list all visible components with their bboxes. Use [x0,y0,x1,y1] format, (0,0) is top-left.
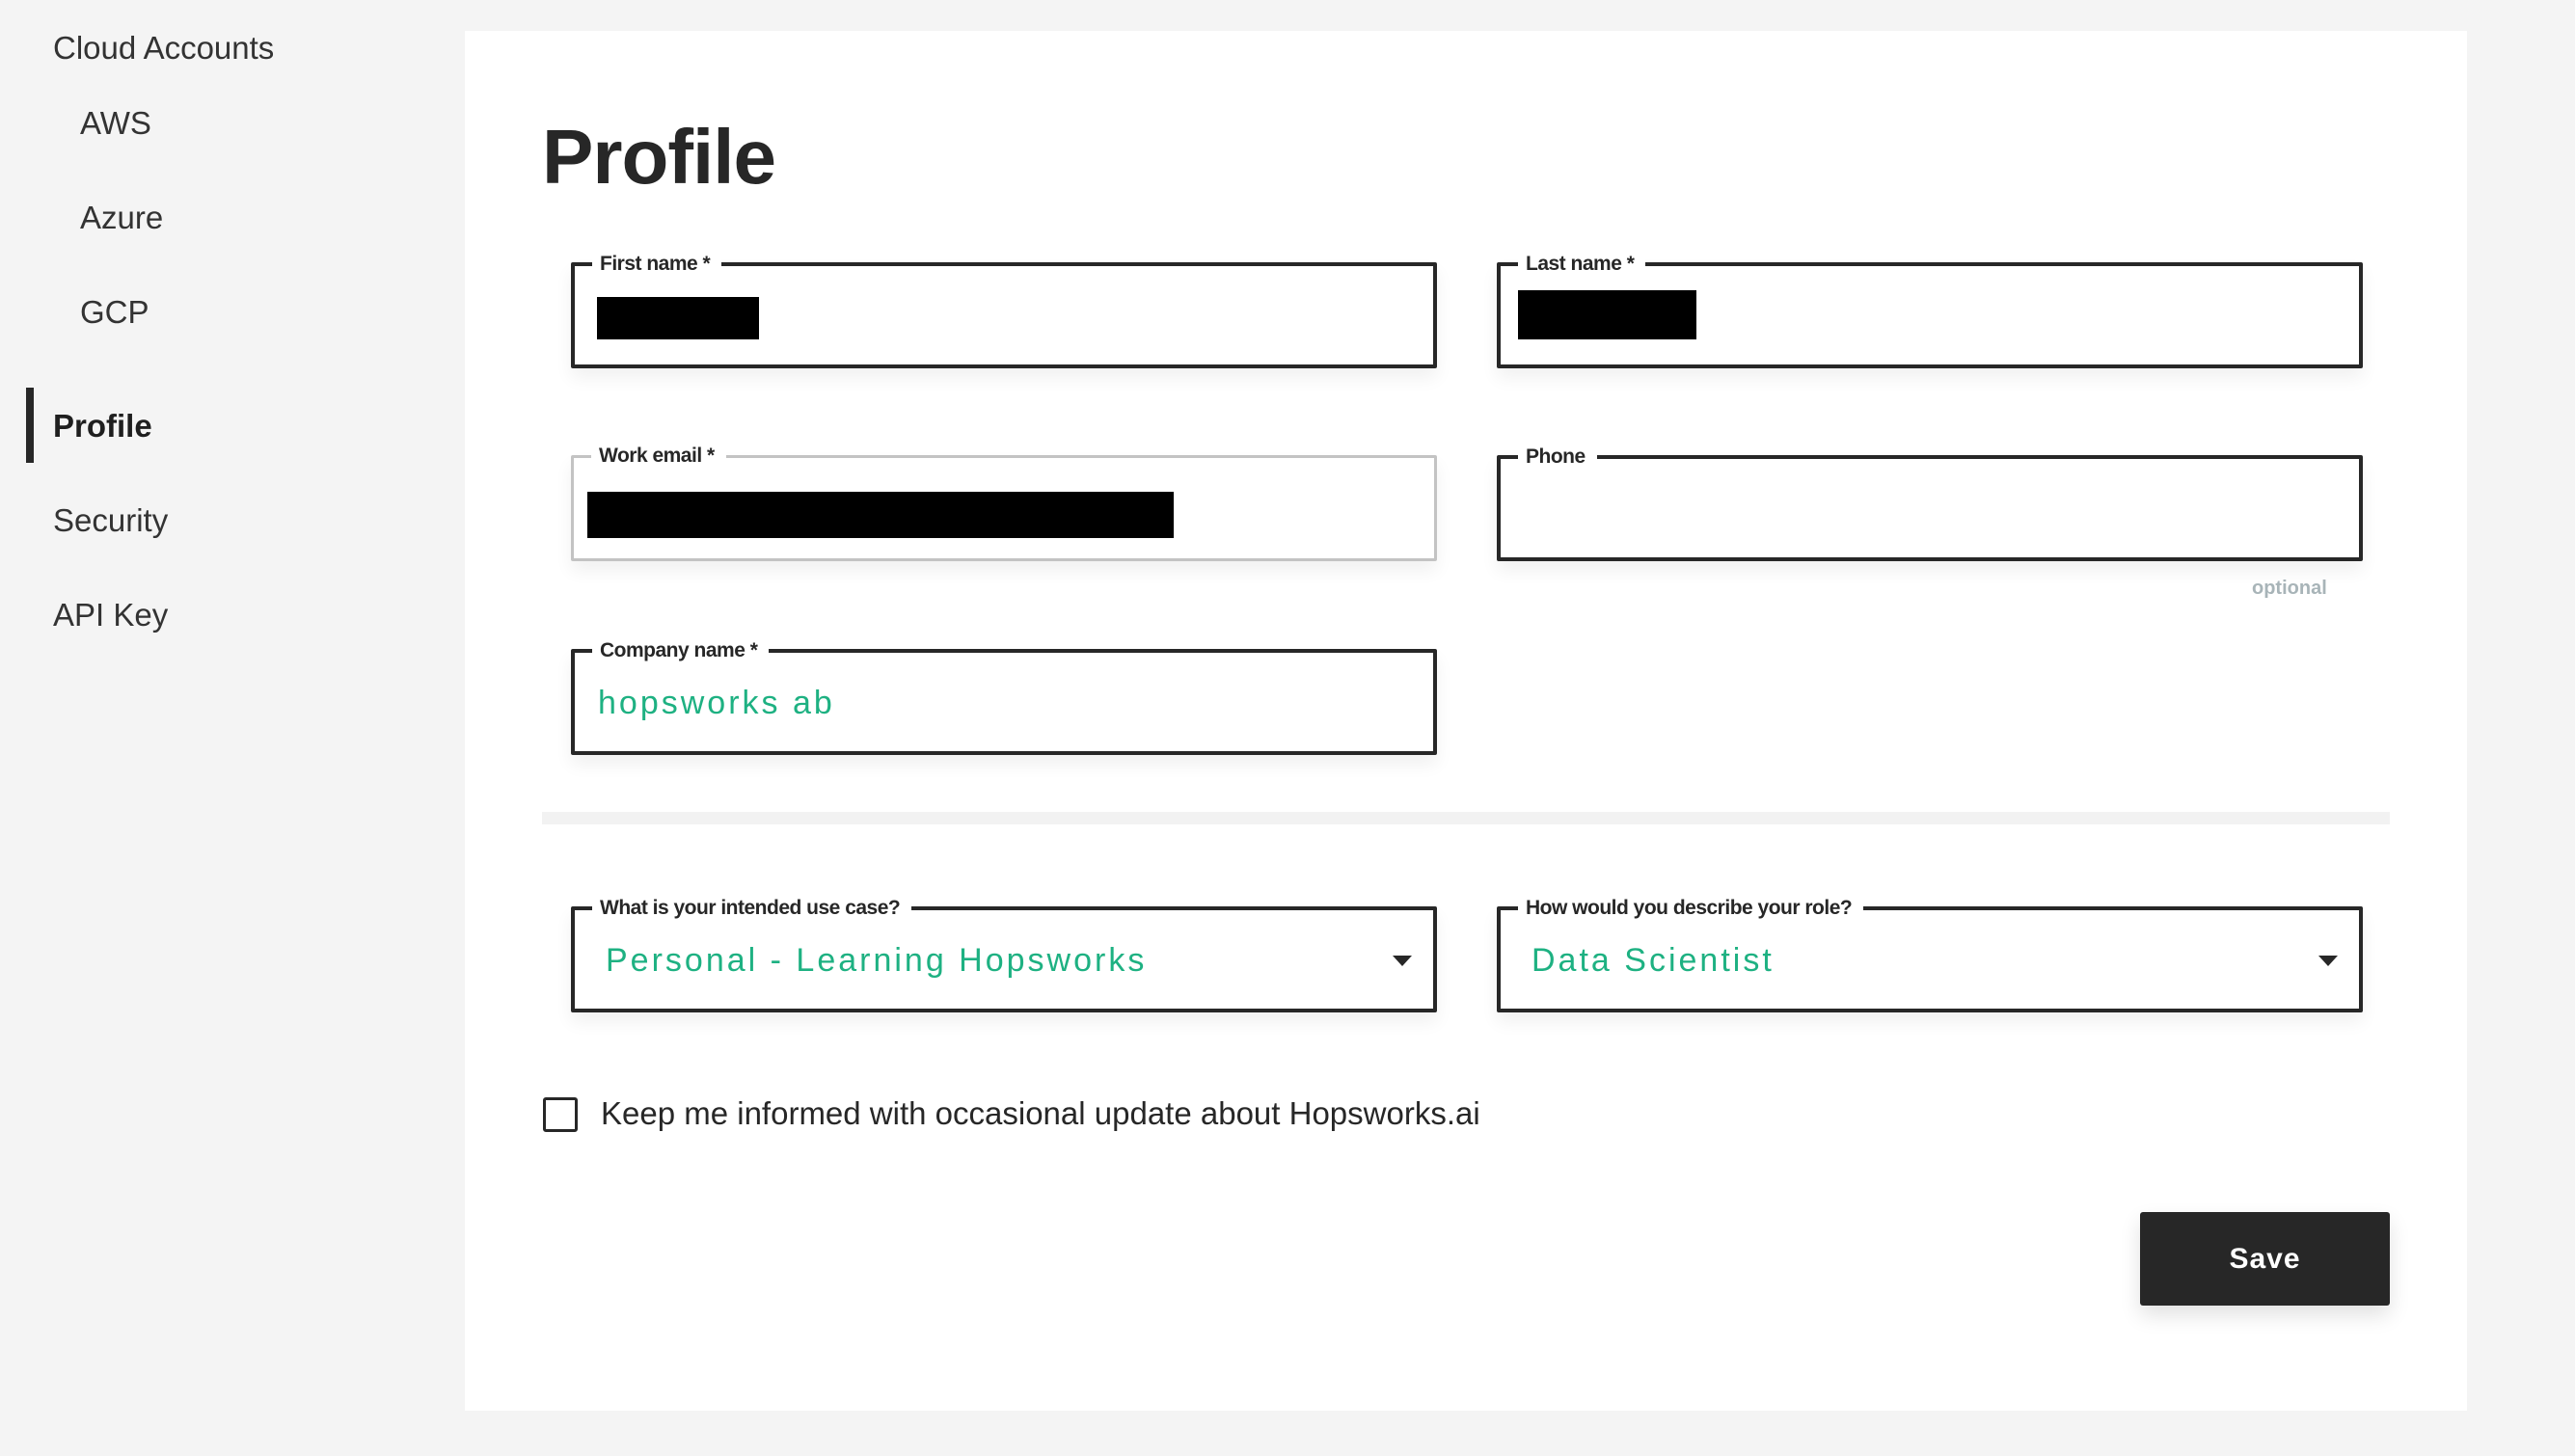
company-name-value[interactable]: hopsworks ab [598,682,835,724]
role-select[interactable]: How would you describe your role? Data S… [1497,896,2363,1012]
active-indicator [26,388,34,463]
sidebar-item-security[interactable]: Security [53,501,168,540]
newsletter-checkbox-label[interactable]: Keep me informed with occasional update … [601,1092,1480,1135]
last-name-redacted-value [1518,290,1696,339]
page-title: Profile [542,114,776,200]
first-name-label: First name * [592,252,722,277]
save-button[interactable]: Save [2140,1212,2390,1306]
newsletter-checkbox[interactable] [543,1097,578,1132]
sidebar-item-azure[interactable]: Azure [80,199,163,237]
company-name-label: Company name * [592,638,770,663]
phone-field[interactable]: Phone [1497,445,2363,561]
phone-input[interactable] [1501,459,2359,557]
work-email-field: Work email * [571,444,1437,561]
use-case-label: What is your intended use case? [592,896,912,921]
last-name-label: Last name * [1518,252,1646,277]
work-email-label: Work email * [591,444,726,469]
section-divider [542,812,2390,824]
work-email-redacted-value [587,492,1174,538]
last-name-field[interactable]: Last name * [1497,252,2363,368]
phone-optional-hint: optional [2252,578,2327,599]
sidebar-item-gcp[interactable]: GCP [80,293,149,332]
company-name-field[interactable]: Company name * hopsworks ab [571,638,1437,755]
first-name-redacted-value [597,297,759,339]
first-name-field[interactable]: First name * [571,252,1437,368]
chevron-down-icon[interactable] [2318,956,2338,966]
role-label: How would you describe your role? [1518,896,1864,921]
sidebar-item-api-key[interactable]: API Key [53,596,168,634]
use-case-selected-value: Personal - Learning Hopsworks [606,942,1148,979]
sidebar-item-aws[interactable]: AWS [80,104,151,143]
role-selected-value: Data Scientist [1531,942,1775,979]
sidebar: Cloud Accounts AWS Azure GCP Profile Sec… [0,0,453,1456]
sidebar-item-profile[interactable]: Profile [53,407,152,445]
profile-panel: Profile First name * Last name * Work em… [465,31,2467,1411]
chevron-down-icon[interactable] [1393,956,1412,966]
use-case-select[interactable]: What is your intended use case? Personal… [571,896,1437,1012]
sidebar-section-cloud-accounts[interactable]: Cloud Accounts [53,29,274,67]
